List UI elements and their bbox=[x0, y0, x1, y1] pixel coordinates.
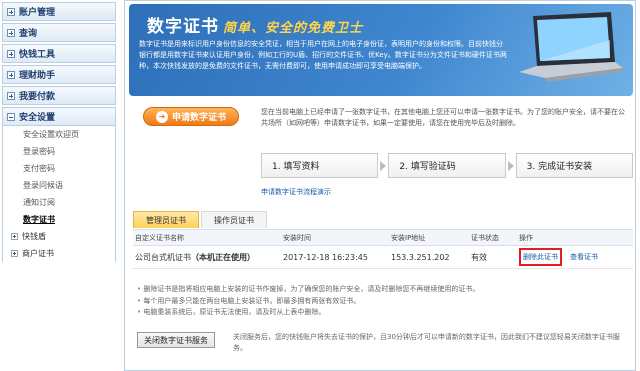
cert-tabs: 管理员证书 操作员证书 bbox=[133, 211, 269, 228]
note-item: 每个用户最多只能在两台电脑上安装证书，即最多拥有两张有效证书。 bbox=[137, 296, 631, 308]
sidebar: 账户管理 查询 快钱工具 理财助手 我要付款 安全设置 安全设置欢迎页 登录密码… bbox=[0, 0, 118, 371]
close-cert-service-button[interactable]: 关闭数字证书服务 bbox=[137, 332, 215, 348]
expand-icon bbox=[7, 49, 15, 58]
step-fill-code: 2. 填写验证码 bbox=[388, 153, 514, 178]
table-row: 公司台式机证书（本机正在使用） 2017-12-18 16:23:45 153.… bbox=[133, 246, 633, 269]
expand-icon bbox=[11, 250, 18, 257]
cert-actions: 删除此证书 查看证书 bbox=[519, 248, 633, 266]
cert-notes: 删除证书是指将相应电脑上安装的证书作废掉，为了确保您的账户安全，请及时删除您不再… bbox=[137, 284, 631, 319]
sidebar-item-notify[interactable]: 通知订阅 bbox=[3, 194, 115, 211]
banner-description: 数字证书是用来标识用户身份信息的安全凭证，相当于用户在网上的电子身份证，表明用户… bbox=[139, 40, 507, 70]
sidebar-item-pay-password[interactable]: 支付密码 bbox=[3, 160, 115, 177]
collapse-icon bbox=[7, 112, 15, 121]
col-action: 操作 bbox=[519, 233, 533, 242]
col-status: 证书状态 bbox=[471, 233, 499, 242]
sidebar-section-query[interactable]: 查询 bbox=[2, 23, 116, 42]
expand-icon bbox=[7, 91, 15, 100]
table-header: 自定义证书名称 安装时间 安装IP地址 证书状态 操作 bbox=[133, 229, 633, 246]
sidebar-item-login-password[interactable]: 登录密码 bbox=[3, 143, 115, 160]
flow-demo-link[interactable]: 申请数字证书流程演示 bbox=[261, 187, 331, 197]
note-item: 删除证书是指将相应电脑上安装的证书作废掉，为了确保您的账户安全，请及时删除您不再… bbox=[137, 284, 631, 296]
security-submenu: 安全设置欢迎页 登录密码 支付密码 登录问候语 通知订阅 数字证书 快钱盾 商户… bbox=[2, 126, 116, 262]
step-arrow-icon bbox=[507, 161, 514, 171]
step-fill-info: 1. 填写资料 bbox=[261, 153, 387, 178]
col-time: 安装时间 bbox=[283, 233, 311, 242]
col-name: 自定义证书名称 bbox=[135, 233, 184, 242]
note-item: 电脑重装系统后，原证书无法使用，请及时从上表中删除。 bbox=[137, 307, 631, 319]
apply-cert-button[interactable]: ➜ 申请数字证书 bbox=[143, 107, 239, 126]
arrow-right-icon: ➜ bbox=[155, 110, 168, 123]
step-install: 3. 完成证书安装 bbox=[515, 153, 633, 178]
expand-icon bbox=[11, 233, 18, 240]
cert-banner: 数字证书 简单、安全的免费卫士 数字证书是用来标识用户身份信息的安全凭证，相当于用… bbox=[129, 4, 633, 96]
sidebar-section-finance[interactable]: 理财助手 bbox=[2, 65, 116, 84]
sidebar-item-digital-cert[interactable]: 数字证书 bbox=[3, 211, 115, 228]
sidebar-group-kuaiqian-shield[interactable]: 快钱盾 bbox=[3, 228, 115, 245]
sidebar-section-account[interactable]: 账户管理 bbox=[2, 2, 116, 21]
step-arrow-icon bbox=[380, 161, 387, 171]
sidebar-group-merchant-cert[interactable]: 商户证书 bbox=[3, 245, 115, 262]
delete-cert-link[interactable]: 删除此证书 bbox=[519, 248, 562, 266]
cert-status: 有效 bbox=[471, 252, 487, 262]
apply-steps: 1. 填写资料 2. 填写验证码 3. 完成证书安装 bbox=[261, 153, 633, 178]
close-service-notice: 关闭服务后，您的快钱账户将失去证书的保护，且30分钟后才可以申请新的数字证书，因… bbox=[233, 333, 620, 352]
view-cert-link[interactable]: 查看证书 bbox=[570, 252, 598, 262]
banner-title: 数字证书 简单、安全的免费卫士 bbox=[147, 17, 364, 37]
sidebar-item-security-welcome[interactable]: 安全设置欢迎页 bbox=[3, 126, 115, 143]
sidebar-section-tools[interactable]: 快钱工具 bbox=[2, 44, 116, 63]
tab-operator-cert[interactable]: 操作员证书 bbox=[201, 211, 267, 228]
tab-admin-cert[interactable]: 管理员证书 bbox=[133, 211, 199, 228]
cert-name: 公司台式机证书（本机正在使用） bbox=[135, 252, 255, 262]
sidebar-section-security[interactable]: 安全设置 bbox=[2, 107, 116, 126]
expand-icon bbox=[7, 28, 15, 37]
cert-in-use-note: （本机正在使用） bbox=[191, 252, 255, 262]
col-ip: 安装IP地址 bbox=[391, 233, 426, 242]
cert-ip: 153.3.251.202 bbox=[391, 252, 450, 262]
expand-icon bbox=[7, 70, 15, 79]
laptop-icon bbox=[519, 12, 623, 82]
expand-icon bbox=[7, 7, 15, 16]
cert-table: 自定义证书名称 安装时间 安装IP地址 证书状态 操作 公司台式机证书（本机正在… bbox=[133, 229, 633, 269]
sidebar-item-login-greeting[interactable]: 登录问候语 bbox=[3, 177, 115, 194]
main-panel: 数字证书 简单、安全的免费卫士 数字证书是用来标识用户身份信息的安全凭证，相当于用… bbox=[124, 0, 636, 371]
apply-notice: 您在当前电脑上已经申请了一张数字证书，在其他电脑上您还可以申请一张数字证书。为了… bbox=[261, 108, 625, 127]
banner-slogan: 简单、安全的免费卫士 bbox=[223, 21, 364, 36]
sidebar-section-pay[interactable]: 我要付款 bbox=[2, 86, 116, 105]
cert-time: 2017-12-18 16:23:45 bbox=[283, 252, 368, 262]
